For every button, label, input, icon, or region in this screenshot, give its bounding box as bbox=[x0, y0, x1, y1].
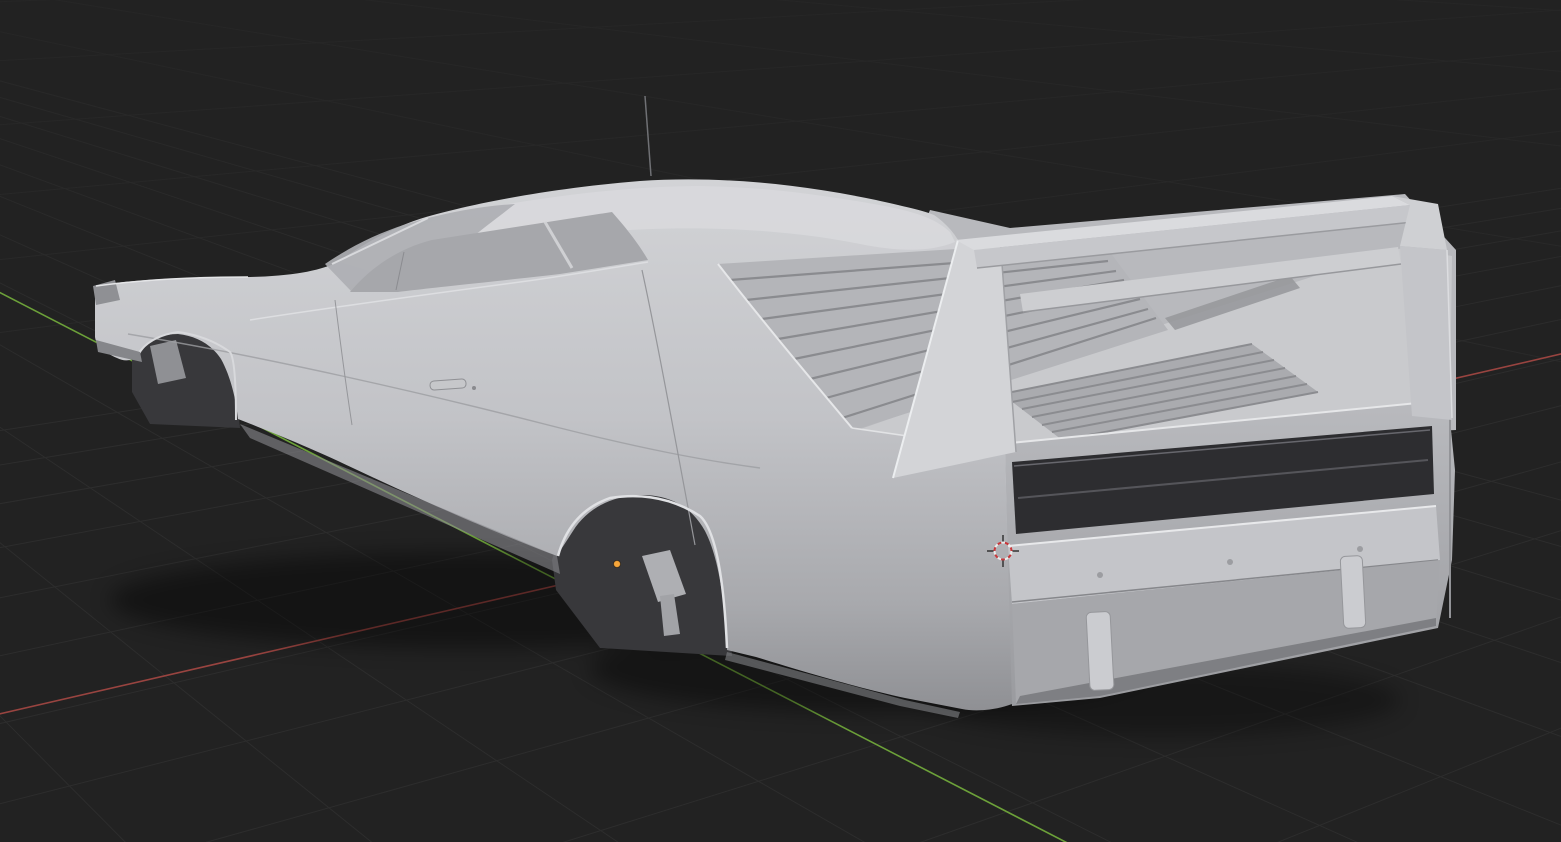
viewport-3d[interactable] bbox=[0, 0, 1561, 842]
origin-point[interactable] bbox=[613, 560, 621, 568]
exhaust-hanger-left[interactable] bbox=[1085, 611, 1115, 691]
exhaust-hanger-right[interactable] bbox=[1339, 555, 1367, 629]
door-lock bbox=[472, 386, 476, 390]
viewport-canvas[interactable] bbox=[0, 0, 1561, 842]
door-handle[interactable] bbox=[429, 378, 467, 391]
